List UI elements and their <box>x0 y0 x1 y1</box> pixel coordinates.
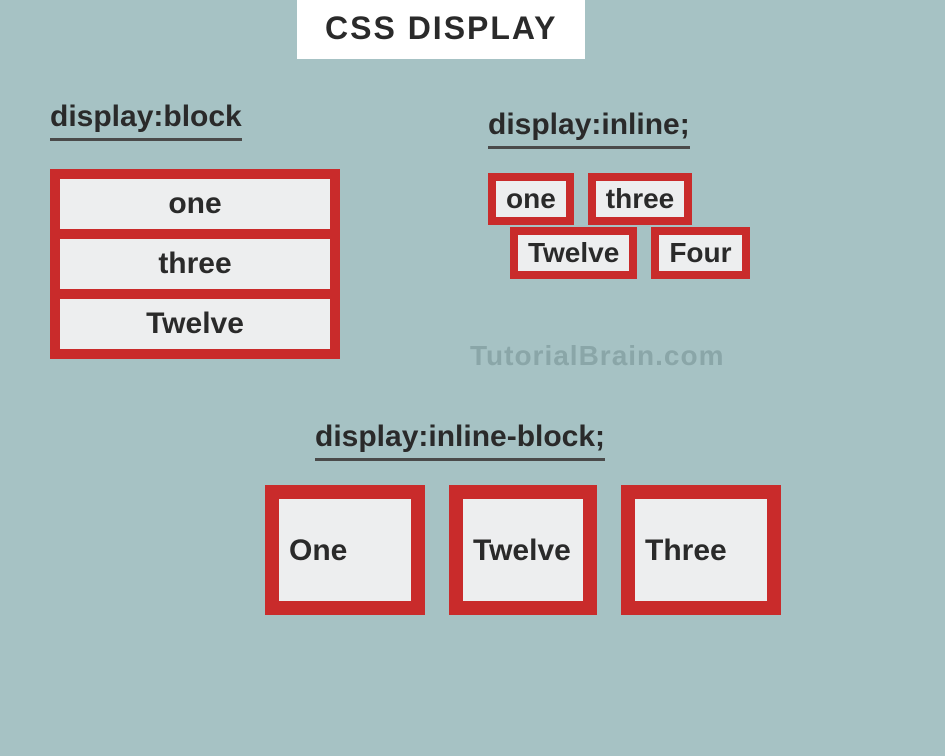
inlineblock-item: One <box>265 485 425 615</box>
heading-display-inline-block: display:inline-block; <box>315 420 605 461</box>
section-display-block: display:block one three Twelve <box>50 100 340 359</box>
inline-container: one three Twelve Four <box>488 173 764 283</box>
inlineblock-item: Three <box>621 485 781 615</box>
heading-display-inline: display:inline; <box>488 108 690 149</box>
inlineblock-container: One Twelve Three <box>265 485 781 615</box>
block-item: Twelve <box>60 299 330 349</box>
page-title-box: CSS DISPLAY <box>297 0 585 59</box>
inlineblock-item: Twelve <box>449 485 597 615</box>
heading-display-block: display:block <box>50 100 242 141</box>
inline-item: Four <box>651 227 749 279</box>
section-display-inline-block: display:inline-block; One Twelve Three <box>315 420 781 615</box>
block-container: one three Twelve <box>50 169 340 359</box>
watermark-text: TutorialBrain.com <box>470 340 725 372</box>
inline-item: Twelve <box>510 227 637 279</box>
block-item: one <box>60 179 330 229</box>
section-display-inline: display:inline; one three Twelve Four <box>488 108 764 283</box>
inline-item: three <box>588 173 692 225</box>
inline-item: one <box>488 173 574 225</box>
inline-row: one three <box>488 173 764 229</box>
block-item: three <box>60 239 330 289</box>
page-title: CSS DISPLAY <box>325 10 557 46</box>
inline-row: Twelve Four <box>510 227 764 283</box>
